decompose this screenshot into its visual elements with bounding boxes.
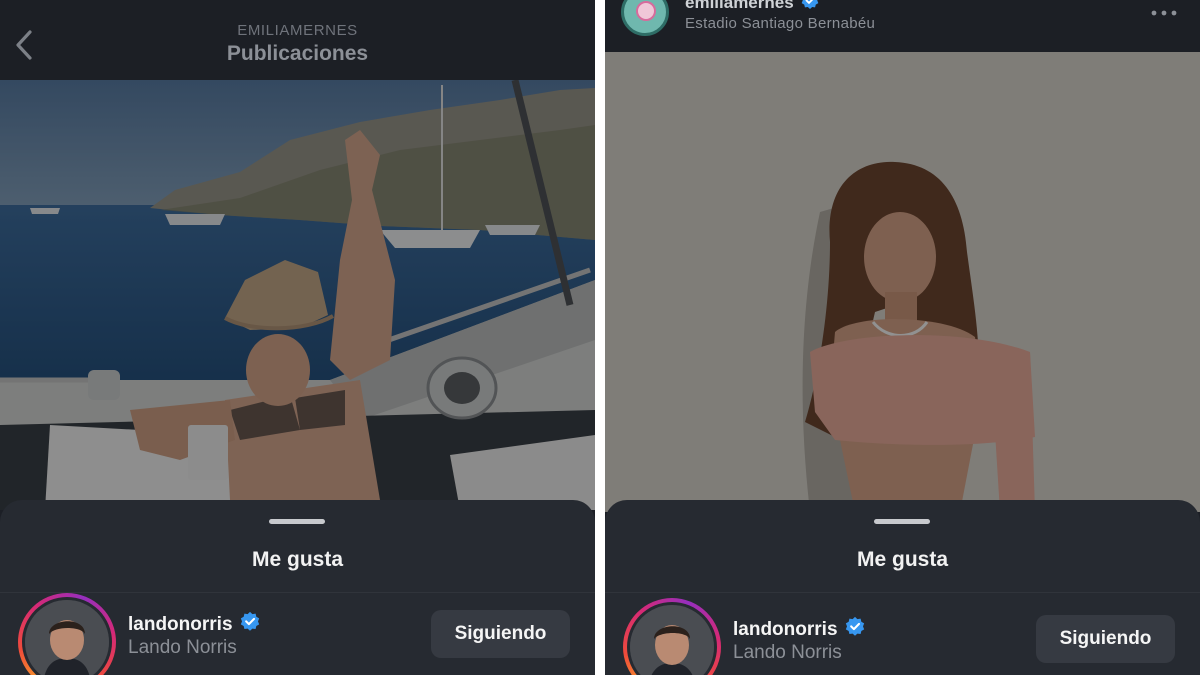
like-row[interactable]: landonorris Lando Norris Siguiendo [0, 593, 595, 675]
like-username[interactable]: landonorris [128, 611, 261, 639]
story-ring-avatar[interactable] [623, 598, 721, 675]
likes-title: Me gusta [251, 548, 343, 571]
sheet-grabber[interactable] [269, 519, 325, 524]
right-screenshot: emiliamernes Estadio Santiago Bernabéu M… [605, 0, 1200, 675]
like-row[interactable]: landonorris Lando Norris Siguiendo [605, 598, 1200, 675]
post-location[interactable]: Estadio Santiago Bernabéu [685, 15, 875, 32]
following-button[interactable]: Siguiendo [1036, 615, 1175, 663]
post-photo[interactable] [605, 52, 1200, 512]
likes-sheet: Me gusta landonorris Lando Norris Siguie… [0, 500, 595, 675]
post-username: emiliamernes [685, 0, 794, 12]
post-author-avatar[interactable] [621, 0, 669, 36]
post-author[interactable]: emiliamernes [685, 0, 820, 16]
likes-title: Me gusta [856, 548, 948, 571]
left-screenshot: EMILIAMERNES Publicaciones Me gusta land… [0, 0, 595, 675]
likes-sheet: Me gusta landonorris Lando Norris Siguie… [605, 500, 1200, 675]
sheet-divider [605, 592, 1200, 593]
header-username[interactable]: EMILIAMERNES [0, 22, 595, 39]
story-ring-avatar[interactable] [18, 593, 116, 675]
username-text: landonorris [733, 619, 838, 640]
sheet-grabber[interactable] [874, 519, 930, 524]
post-photo[interactable] [0, 80, 595, 510]
verified-badge-icon [844, 616, 866, 644]
like-fullname: Lando Norris [128, 637, 237, 658]
username-text: landonorris [128, 614, 233, 635]
verified-badge-icon [800, 0, 820, 16]
like-fullname: Lando Norris [733, 642, 842, 663]
more-horizontal-icon [1151, 10, 1177, 16]
avatar [630, 605, 714, 675]
post-header: emiliamernes Estadio Santiago Bernabéu [605, 0, 1200, 52]
following-button[interactable]: Siguiendo [431, 610, 570, 658]
like-username[interactable]: landonorris [733, 616, 866, 644]
page-title: Publicaciones [226, 42, 369, 65]
more-options-button[interactable] [1150, 6, 1178, 20]
avatar [25, 600, 109, 675]
posts-header: EMILIAMERNES Publicaciones [0, 0, 595, 80]
verified-badge-icon [239, 611, 261, 639]
